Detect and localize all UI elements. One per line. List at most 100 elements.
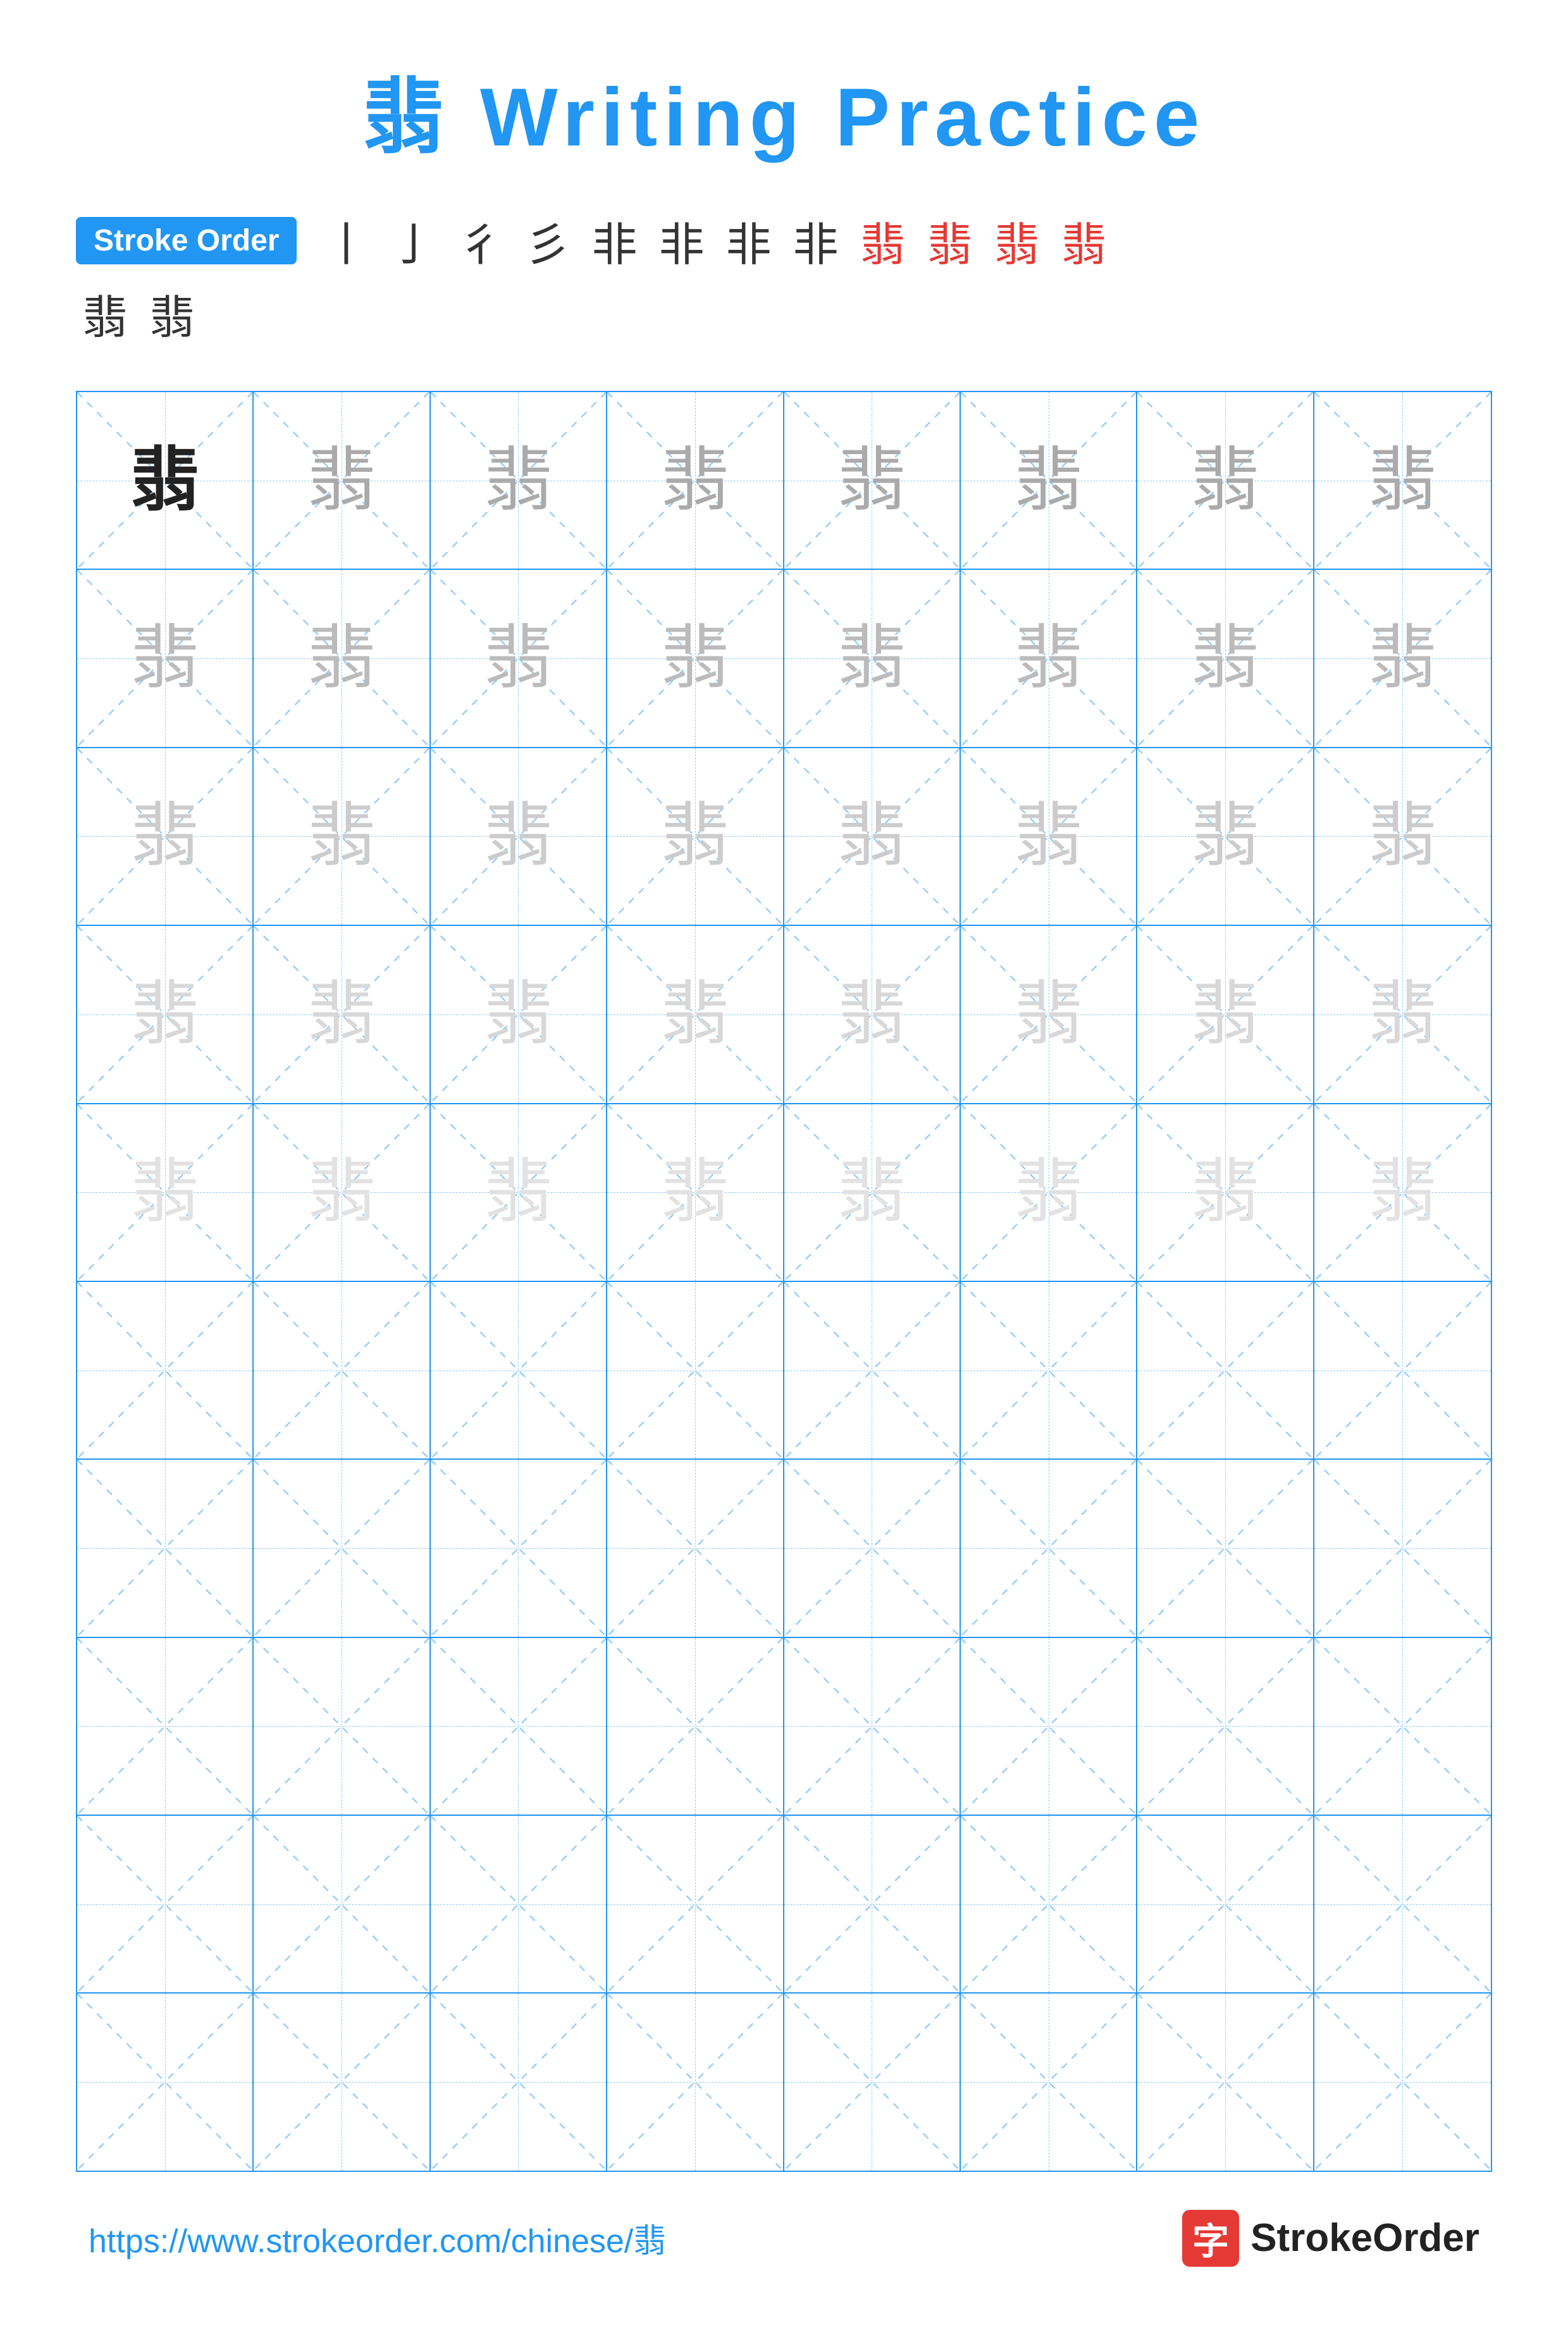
grid-cell[interactable]: 翡 <box>431 392 607 569</box>
grid-cell[interactable] <box>607 1994 784 2170</box>
grid-cell[interactable]: 翡 <box>431 748 607 925</box>
grid-cell[interactable] <box>961 1994 1137 2170</box>
grid-cell[interactable] <box>77 1460 254 1636</box>
grid-cell[interactable]: 翡 <box>784 570 961 746</box>
grid-cell[interactable]: 翡 <box>77 926 254 1102</box>
grid-cell[interactable] <box>77 1994 254 2170</box>
grid-cell[interactable] <box>784 1638 961 1815</box>
grid-cell[interactable]: 翡 <box>961 748 1137 925</box>
grid-cell[interactable] <box>1314 1282 1491 1458</box>
grid-cell[interactable]: 翡 <box>607 926 784 1102</box>
grid-cell[interactable]: 翡 <box>961 570 1137 746</box>
grid-cell[interactable]: 翡 <box>431 926 607 1102</box>
footer-url[interactable]: https://www.strokeorder.com/chinese/翡 <box>89 2214 666 2262</box>
grid-cell[interactable] <box>607 1460 784 1636</box>
grid-cell[interactable] <box>1137 1282 1314 1458</box>
grid-cell[interactable]: 翡 <box>1314 1104 1491 1281</box>
char-display: 翡 <box>130 446 200 515</box>
stroke-9: 翡 <box>860 207 906 274</box>
char-display: 翡 <box>660 624 730 693</box>
grid-cell[interactable]: 翡 <box>254 392 430 569</box>
grid-cell[interactable]: 翡 <box>961 926 1137 1102</box>
grid-cell[interactable]: 翡 <box>431 570 607 746</box>
grid-row-3: 翡 翡 翡 翡 翡 翡 翡 <box>77 748 1491 926</box>
grid-cell[interactable]: 翡 <box>254 748 430 925</box>
grid-cell[interactable]: 翡 <box>1314 748 1491 925</box>
stroke-2: 亅 <box>390 207 436 274</box>
grid-cell[interactable]: 翡 <box>254 1104 430 1281</box>
grid-cell[interactable] <box>431 1994 607 2170</box>
grid-cell[interactable]: 翡 <box>1137 748 1314 925</box>
grid-row-9 <box>77 1816 1491 1994</box>
grid-cell[interactable]: 翡 <box>1137 1104 1314 1281</box>
grid-cell[interactable] <box>784 1816 961 1992</box>
char-display: 翡 <box>483 624 553 693</box>
grid-cell[interactable]: 翡 <box>77 392 254 569</box>
grid-cell[interactable]: 翡 <box>607 392 784 569</box>
grid-cell[interactable] <box>961 1638 1137 1815</box>
grid-cell[interactable]: 翡 <box>431 1104 607 1281</box>
grid-cell[interactable] <box>431 1816 607 1992</box>
grid-cell[interactable]: 翡 <box>1137 570 1314 746</box>
grid-cell[interactable] <box>1137 1460 1314 1636</box>
char-display: 翡 <box>483 446 553 515</box>
char-display: 翡 <box>660 980 730 1049</box>
char-display: 翡 <box>660 446 730 515</box>
grid-cell[interactable] <box>607 1638 784 1815</box>
char-display: 翡 <box>1190 446 1260 515</box>
grid-cell[interactable] <box>961 1282 1137 1458</box>
grid-cell[interactable] <box>1314 1460 1491 1636</box>
grid-cell[interactable]: 翡 <box>784 748 961 925</box>
grid-cell[interactable]: 翡 <box>1137 926 1314 1102</box>
grid-cell[interactable] <box>1314 1994 1491 2170</box>
grid-cell[interactable] <box>784 1994 961 2170</box>
grid-cell[interactable]: 翡 <box>1314 926 1491 1102</box>
grid-cell[interactable]: 翡 <box>77 748 254 925</box>
grid-cell[interactable] <box>254 1282 430 1458</box>
grid-cell[interactable]: 翡 <box>607 570 784 746</box>
grid-cell[interactable]: 翡 <box>961 392 1137 569</box>
grid-cell[interactable]: 翡 <box>1137 392 1314 569</box>
grid-cell[interactable] <box>607 1282 784 1458</box>
char-display: 翡 <box>1367 801 1437 871</box>
stroke-4: 彡 <box>524 207 570 274</box>
grid-cell[interactable] <box>1314 1816 1491 1992</box>
brand-name: StrokeOrder <box>1250 2216 1479 2260</box>
grid-cell[interactable] <box>1137 1638 1314 1815</box>
grid-cell[interactable]: 翡 <box>784 926 961 1102</box>
grid-cell[interactable] <box>254 1638 430 1815</box>
grid-cell[interactable] <box>607 1816 784 1992</box>
grid-cell[interactable]: 翡 <box>784 392 961 569</box>
grid-cell[interactable]: 翡 <box>961 1104 1137 1281</box>
char-display: 翡 <box>1367 624 1437 693</box>
grid-cell[interactable] <box>254 1460 430 1636</box>
grid-cell[interactable] <box>784 1460 961 1636</box>
grid-cell[interactable]: 翡 <box>784 1104 961 1281</box>
char-display: 翡 <box>130 980 200 1049</box>
grid-cell[interactable] <box>254 1816 430 1992</box>
grid-cell[interactable] <box>961 1460 1137 1636</box>
grid-cell[interactable] <box>254 1994 430 2170</box>
grid-cell[interactable]: 翡 <box>1314 392 1491 569</box>
grid-cell[interactable]: 翡 <box>607 748 784 925</box>
grid-cell[interactable] <box>1314 1638 1491 1815</box>
grid-cell[interactable] <box>431 1460 607 1636</box>
grid-cell[interactable] <box>77 1816 254 1992</box>
grid-cell[interactable] <box>77 1282 254 1458</box>
grid-cell[interactable] <box>784 1282 961 1458</box>
grid-cell[interactable] <box>77 1638 254 1815</box>
grid-cell[interactable]: 翡 <box>77 1104 254 1281</box>
grid-cell[interactable] <box>961 1816 1137 1992</box>
grid-cell[interactable] <box>431 1638 607 1815</box>
grid-cell[interactable]: 翡 <box>77 570 254 746</box>
grid-cell[interactable]: 翡 <box>254 926 430 1102</box>
grid-cell[interactable] <box>1137 1994 1314 2170</box>
grid-cell[interactable]: 翡 <box>1314 570 1491 746</box>
grid-cell[interactable]: 翡 <box>607 1104 784 1281</box>
grid-cell[interactable]: 翡 <box>254 570 430 746</box>
char-display: 翡 <box>1190 801 1260 871</box>
grid-cell[interactable] <box>1137 1816 1314 1992</box>
char-display: 翡 <box>483 980 553 1049</box>
stroke-order-section: Stroke Order 丨 亅 彳 彡 非 非 非 非 翡 翡 翡 翡 翡 翡 <box>76 207 1492 353</box>
grid-cell[interactable] <box>431 1282 607 1458</box>
